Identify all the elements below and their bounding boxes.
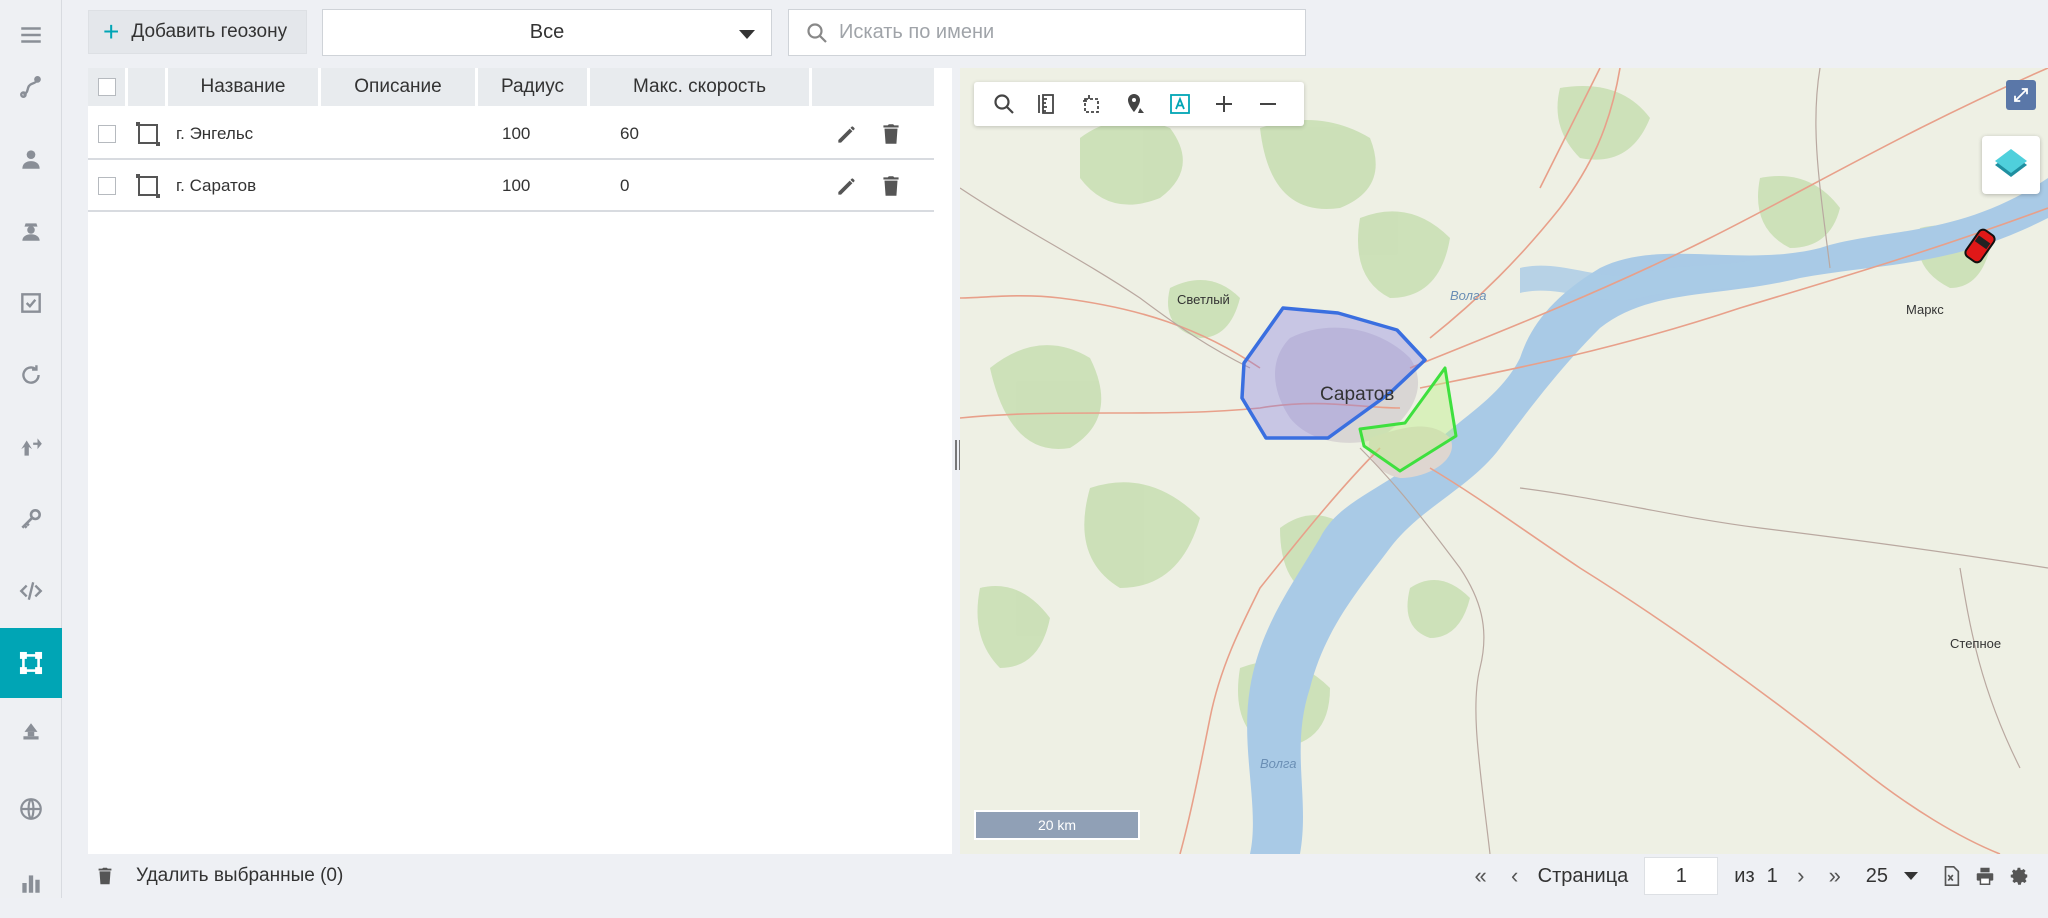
map-toolbar <box>974 82 1304 126</box>
row-name: г. Энгельс <box>176 108 253 160</box>
fullscreen-button[interactable] <box>2006 80 2036 110</box>
track-icon[interactable] <box>0 52 62 122</box>
total-pages: 1 <box>1767 865 1778 888</box>
row-max-speed: 0 <box>620 160 629 212</box>
map-view[interactable]: Светлый Саратов Волга Волга Маркс Степно… <box>960 68 2048 854</box>
page-size-value[interactable]: 25 <box>1866 865 1888 888</box>
map-label-stepnoe: Степное <box>1950 636 2001 651</box>
column-description[interactable]: Описание <box>321 68 478 106</box>
column-max-speed[interactable]: Макс. скорость <box>590 68 812 106</box>
address-search-button[interactable] <box>1114 82 1158 126</box>
excel-export-icon[interactable] <box>1934 859 1968 893</box>
task-checkbox-icon[interactable] <box>0 268 62 338</box>
delete-selected-button[interactable]: Удалить выбранные (0) <box>94 854 343 898</box>
filter-value: Все <box>530 21 564 44</box>
of-label: из <box>1734 865 1754 888</box>
chevron-down-icon[interactable] <box>1894 859 1928 893</box>
delete-icon[interactable] <box>878 173 904 199</box>
delete-selected-label: Удалить выбранные (0) <box>136 865 343 887</box>
ruler-button[interactable] <box>1026 82 1070 126</box>
footer: Удалить выбранные (0) « ‹ Страница из 1 … <box>72 854 2048 898</box>
geofence-icon[interactable] <box>0 628 62 698</box>
polygon-icon <box>138 176 158 196</box>
search-box <box>788 9 1306 56</box>
layers-icon <box>1991 145 2031 185</box>
print-icon[interactable] <box>1968 859 2002 893</box>
search-input[interactable] <box>839 21 1279 44</box>
plus-icon: + <box>103 18 119 46</box>
column-radius[interactable]: Радиус <box>478 68 590 106</box>
labels-icon <box>1168 92 1192 116</box>
map-label-svetly: Светлый <box>1177 292 1230 307</box>
bar-chart-icon[interactable] <box>0 848 62 918</box>
map-scale: 20 km <box>974 810 1140 840</box>
main-content: + Добавить геозону Все Название Описание… <box>72 0 2048 898</box>
settings-gear-icon[interactable] <box>2002 859 2036 893</box>
delete-icon[interactable] <box>878 121 904 147</box>
pagination: « ‹ Страница из 1 › » 25 <box>1464 854 2048 898</box>
edit-icon[interactable] <box>834 173 860 199</box>
page-number-input[interactable] <box>1644 857 1718 895</box>
toolbar: + Добавить геозону Все <box>72 0 2048 68</box>
next-page-icon[interactable]: › <box>1784 859 1818 893</box>
type-column-header <box>128 68 168 106</box>
map-tiles <box>960 68 2048 854</box>
minus-icon <box>1256 92 1280 116</box>
map-label-saratov: Саратов <box>1320 384 1394 406</box>
expand-icon <box>2012 86 2030 104</box>
row-name: г. Саратов <box>176 160 256 212</box>
select-all-checkbox[interactable] <box>98 78 116 96</box>
row-radius: 100 <box>502 108 530 160</box>
add-geofence-button[interactable]: + Добавить геозону <box>88 10 307 54</box>
map-search-button[interactable] <box>982 82 1026 126</box>
map-label-volga-1: Волга <box>1450 288 1486 303</box>
key-icon[interactable] <box>0 484 62 554</box>
first-page-icon[interactable]: « <box>1464 859 1498 893</box>
row-radius: 100 <box>502 160 530 212</box>
actions-column-header <box>812 68 934 106</box>
prev-page-icon[interactable]: ‹ <box>1498 859 1532 893</box>
area-measure-icon <box>1080 92 1104 116</box>
sidebar <box>0 0 62 898</box>
globe-icon[interactable] <box>0 774 62 844</box>
trash-icon <box>94 865 116 887</box>
map-label-marks: Маркс <box>1906 302 1944 317</box>
code-icon[interactable] <box>0 556 62 626</box>
table-row[interactable]: г. Энгельс 100 60 <box>88 108 934 160</box>
zoom-out-button[interactable] <box>1246 82 1290 126</box>
pin-icon[interactable] <box>0 698 62 768</box>
refresh-icon[interactable] <box>0 340 62 410</box>
search-icon <box>992 92 1016 116</box>
geofence-table: Название Описание Радиус Макс. скорость … <box>88 68 952 854</box>
table-header: Название Описание Радиус Макс. скорость <box>88 68 934 106</box>
area-measure-button[interactable] <box>1070 82 1114 126</box>
chevron-down-icon <box>739 30 755 39</box>
page-label: Страница <box>1538 865 1629 888</box>
labels-toggle-button[interactable] <box>1158 82 1202 126</box>
edit-icon[interactable] <box>834 121 860 147</box>
last-page-icon[interactable]: » <box>1818 859 1852 893</box>
row-max-speed: 60 <box>620 108 639 160</box>
add-geofence-label: Добавить геозону <box>131 21 287 43</box>
table-row[interactable]: г. Саратов 100 0 <box>88 160 934 212</box>
user-icon[interactable] <box>0 124 62 194</box>
map-label-volga-2: Волга <box>1260 756 1296 771</box>
column-name[interactable]: Название <box>168 68 321 106</box>
polygon-icon <box>138 124 158 144</box>
route-icon[interactable] <box>0 412 62 482</box>
layers-button[interactable] <box>1982 136 2040 194</box>
location-pin-icon <box>1124 92 1148 116</box>
row-checkbox[interactable] <box>98 177 116 195</box>
plus-icon <box>1212 92 1236 116</box>
select-all-cell <box>88 68 128 106</box>
driver-icon[interactable] <box>0 196 62 266</box>
filter-select[interactable]: Все <box>322 9 772 56</box>
zoom-in-button[interactable] <box>1202 82 1246 126</box>
search-icon <box>805 21 829 45</box>
row-checkbox[interactable] <box>98 125 116 143</box>
ruler-icon <box>1036 92 1060 116</box>
